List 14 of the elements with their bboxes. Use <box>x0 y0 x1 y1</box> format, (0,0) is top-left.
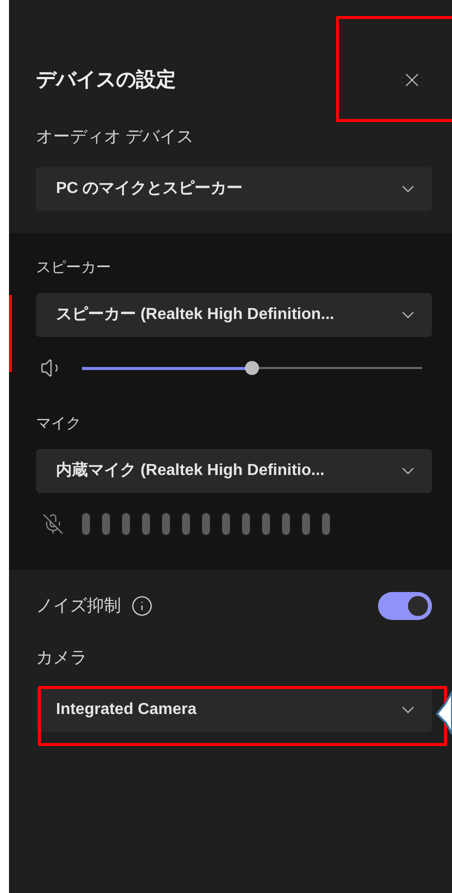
volume-slider[interactable] <box>82 361 422 375</box>
noise-suppression-toggle[interactable] <box>378 592 432 620</box>
dropdown[interactable]: PC のマイクとスピーカー <box>36 167 432 211</box>
panel-title: デバイスの設定 <box>36 68 176 93</box>
dropdown[interactable]: 内蔵マイク (Realtek High Definitio... <box>36 449 432 493</box>
dropdown[interactable]: スピーカー (Realtek High Definition... <box>36 293 432 337</box>
section-label: カメラ <box>36 647 88 669</box>
noise-suppression-label: ノイズ抑制 <box>36 595 121 618</box>
section-label: スピーカー <box>36 258 112 278</box>
section-label: マイク <box>36 414 82 434</box>
volume-thumb[interactable] <box>245 361 259 375</box>
section-label: オーディオ デバイス <box>36 126 195 148</box>
dropdown[interactable]: Integrated Camera <box>36 688 432 732</box>
info-icon[interactable] <box>131 595 153 617</box>
